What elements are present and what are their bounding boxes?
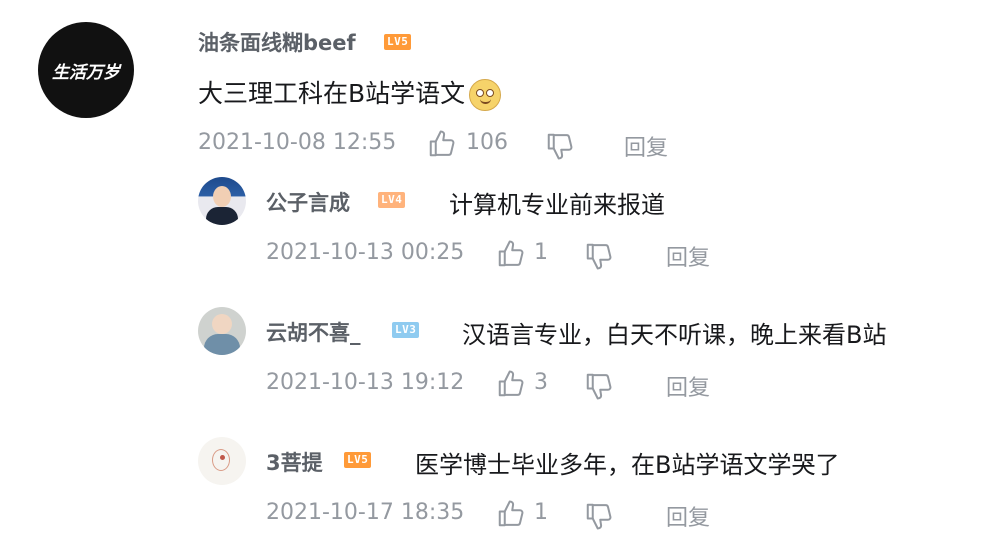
level-badge: LV4 [378,192,406,208]
avatar[interactable] [198,437,246,485]
avatar-logo-text: 生活万岁 [52,63,120,83]
avatar[interactable]: 生活万岁 [38,22,134,118]
thumbs-up-icon[interactable] [496,369,526,399]
like-count: 1 [534,500,548,525]
reply-text: 医学博士毕业多年，在B站学语文学哭了 [415,451,840,479]
like-count: 3 [534,370,548,395]
username[interactable]: 云胡不喜_ [266,317,361,347]
reply-button[interactable]: 回复 [666,370,710,402]
username[interactable]: 公子言成 [266,187,350,217]
avatar[interactable] [198,177,246,225]
comment-text-row: 大三理工科在B站学语文 [198,74,502,111]
level-badge: LV5 [384,34,412,50]
timestamp: 2021-10-17 18:35 [266,500,465,525]
reply-button[interactable]: 回复 [624,130,668,162]
thumbs-up-icon[interactable] [427,129,457,159]
dizzy-face-emoji-icon [469,79,502,111]
like-count: 106 [466,130,508,155]
timestamp: 2021-10-08 12:55 [198,130,397,155]
reply-text: 汉语言专业，白天不听课，晚上来看B站 [462,321,887,349]
thumbs-down-icon[interactable] [584,371,614,401]
username[interactable]: 油条面线糊beef [198,27,356,57]
thumbs-up-icon[interactable] [496,239,526,269]
username[interactable]: 3菩提 [266,447,323,477]
timestamp: 2021-10-13 00:25 [266,240,465,265]
thumbs-down-icon[interactable] [584,501,614,531]
level-badge: LV3 [392,322,420,338]
like-count: 1 [534,240,548,265]
reply-button[interactable]: 回复 [666,500,710,532]
comment-text: 大三理工科在B站学语文 [198,79,466,108]
thumbs-up-icon[interactable] [496,499,526,529]
reply-button[interactable]: 回复 [666,240,710,272]
thumbs-down-icon[interactable] [584,241,614,271]
level-badge: LV5 [344,452,372,468]
timestamp: 2021-10-13 19:12 [266,370,465,395]
thumbs-down-icon[interactable] [545,131,575,161]
avatar[interactable] [198,307,246,355]
reply-text: 计算机专业前来报道 [449,191,665,219]
